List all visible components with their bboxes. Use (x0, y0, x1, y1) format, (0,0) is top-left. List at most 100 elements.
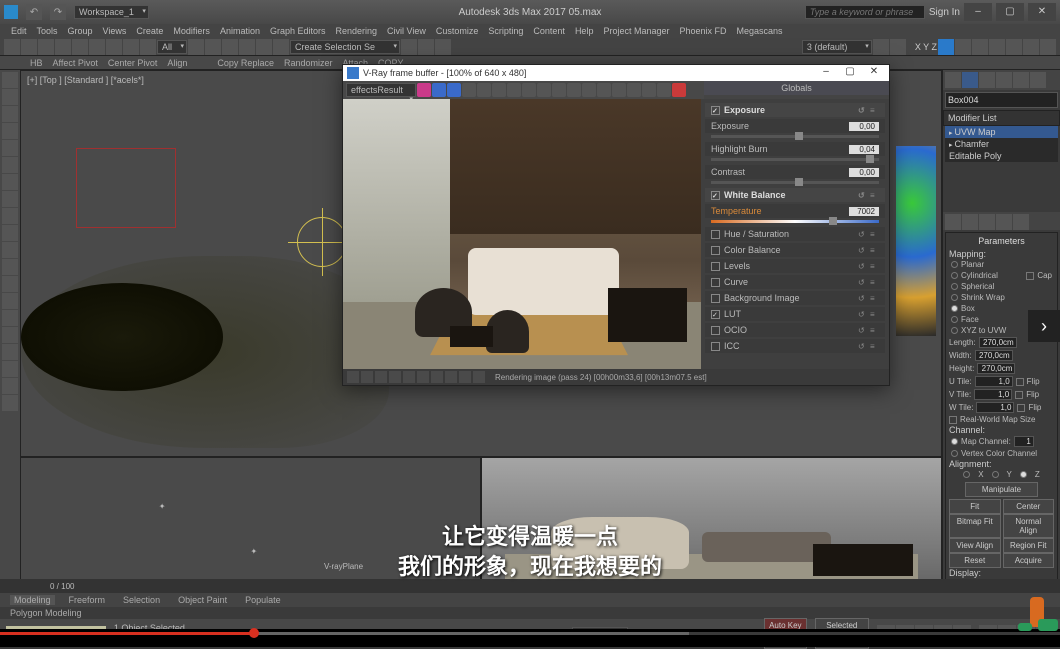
lut-header[interactable]: LUT (724, 309, 854, 319)
exposure-slider[interactable] (711, 135, 879, 138)
radio-vertexcolor[interactable] (951, 450, 958, 457)
tool-icon[interactable] (2, 242, 18, 258)
hue-toggle[interactable] (711, 230, 720, 239)
menu-icon[interactable]: ≡ (870, 326, 879, 335)
tab-populate[interactable]: Populate (241, 595, 285, 605)
acquire-button[interactable]: Acquire (1003, 553, 1055, 568)
tab-freeform[interactable]: Freeform (65, 595, 110, 605)
menu-create[interactable]: Create (133, 26, 166, 36)
tool-icon[interactable] (1023, 39, 1039, 55)
tab-modeling[interactable]: Modeling (10, 595, 55, 605)
tool-icon[interactable] (106, 39, 122, 55)
modify-tab-icon[interactable] (962, 72, 978, 88)
hue-header[interactable]: Hue / Saturation (724, 229, 854, 239)
reset-icon[interactable]: ↺ (858, 310, 867, 319)
display-tab-icon[interactable] (1013, 72, 1029, 88)
vfb-status-icon[interactable] (445, 371, 457, 383)
vfb-close-button[interactable]: ✕ (863, 66, 885, 80)
tool-icon[interactable] (2, 395, 18, 411)
radio-face[interactable] (951, 316, 958, 323)
height-input[interactable]: 270,0cm (977, 363, 1015, 374)
menu-icon[interactable]: ≡ (870, 230, 879, 239)
redo-icon[interactable]: ↷ (50, 4, 66, 20)
menu-icon[interactable]: ≡ (870, 278, 879, 287)
tool-icon[interactable] (955, 39, 971, 55)
vfb-status-icon[interactable] (375, 371, 387, 383)
vfb-status-icon[interactable] (417, 371, 429, 383)
remove-modifier-icon[interactable] (996, 214, 1012, 230)
vfb-minimize-button[interactable]: – (815, 66, 837, 80)
object-filter-dropdown[interactable]: All (157, 40, 187, 54)
tool-icon[interactable] (2, 174, 18, 190)
tool-icon[interactable] (72, 39, 88, 55)
tool-icon[interactable] (2, 310, 18, 326)
tool-icon[interactable] (188, 39, 204, 55)
timeline[interactable]: 0 / 100 (0, 579, 1060, 593)
vfb-channel-dropdown[interactable]: effectsResult (346, 83, 416, 97)
menu-civilview[interactable]: Civil View (384, 26, 429, 36)
reset-button[interactable]: Reset (949, 553, 1001, 568)
reset-icon[interactable]: ↺ (858, 342, 867, 351)
width-input[interactable]: 270,0cm (975, 350, 1013, 361)
object-name-field[interactable]: Box004 (945, 92, 1058, 108)
exposure-toggle[interactable] (711, 106, 720, 115)
menu-project-manager[interactable]: Project Manager (600, 26, 672, 36)
reset-icon[interactable]: ↺ (858, 106, 867, 115)
vfb-tool-icon[interactable] (612, 83, 626, 97)
exposure-header[interactable]: Exposure (724, 105, 854, 115)
tool-icon[interactable] (2, 191, 18, 207)
ribbon-item[interactable]: Copy Replace (217, 58, 274, 68)
bgimage-header[interactable]: Background Image (724, 293, 854, 303)
tool-icon[interactable] (2, 140, 18, 156)
bitmapfit-button[interactable]: Bitmap Fit (949, 514, 1001, 538)
vfb-tool-icon[interactable] (492, 83, 506, 97)
configure-icon[interactable] (1013, 214, 1029, 230)
center-button[interactable]: Center (1003, 499, 1055, 514)
curve-header[interactable]: Curve (724, 277, 854, 287)
vfb-tool-icon[interactable] (537, 83, 551, 97)
menu-icon[interactable]: ≡ (870, 106, 879, 115)
vfb-tool-icon[interactable] (417, 83, 431, 97)
selection-set-dropdown[interactable]: Create Selection Se (290, 40, 400, 54)
vfb-status-icon[interactable] (361, 371, 373, 383)
whitebalance-header[interactable]: White Balance (724, 190, 854, 200)
ocio-toggle[interactable] (711, 326, 720, 335)
realworld-checkbox[interactable] (949, 416, 957, 424)
make-unique-icon[interactable] (979, 214, 995, 230)
tool-icon[interactable] (1006, 39, 1022, 55)
next-slide-button[interactable]: › (1028, 310, 1060, 342)
tool-icon[interactable] (2, 208, 18, 224)
length-input[interactable]: 270,0cm (979, 337, 1017, 348)
tool-icon[interactable] (2, 378, 18, 394)
tool-icon[interactable] (401, 39, 417, 55)
menu-customize[interactable]: Customize (433, 26, 482, 36)
radio-box[interactable] (951, 305, 958, 312)
video-progress-bar[interactable] (0, 629, 1060, 647)
menu-group[interactable]: Group (65, 26, 96, 36)
minimize-button[interactable]: – (964, 3, 992, 21)
tool-icon[interactable] (1040, 39, 1056, 55)
menu-help[interactable]: Help (572, 26, 597, 36)
tool-icon[interactable] (205, 39, 221, 55)
colorbalance-toggle[interactable] (711, 246, 720, 255)
tool-icon[interactable] (222, 39, 238, 55)
vfb-tool-icon[interactable] (462, 83, 476, 97)
highlight-slider[interactable] (711, 158, 879, 161)
ribbon-item[interactable]: HB (30, 58, 43, 68)
menu-icon[interactable]: ≡ (870, 262, 879, 271)
rollout-title[interactable]: Parameters (949, 236, 1054, 246)
manipulate-button[interactable]: Manipulate (965, 482, 1039, 497)
viewalign-button[interactable]: View Align (949, 538, 1001, 553)
create-tab-icon[interactable] (945, 72, 961, 88)
tool-icon[interactable] (2, 225, 18, 241)
wflip-checkbox[interactable] (1017, 404, 1025, 412)
menu-rendering[interactable]: Rendering (333, 26, 381, 36)
vfb-tool-icon[interactable] (582, 83, 596, 97)
vfb-tool-icon[interactable] (642, 83, 656, 97)
menu-icon[interactable]: ≡ (870, 310, 879, 319)
hierarchy-tab-icon[interactable] (979, 72, 995, 88)
menu-icon[interactable]: ≡ (870, 246, 879, 255)
ribbon-item[interactable]: Randomizer (284, 58, 333, 68)
contrast-value[interactable]: 0,00 (849, 168, 879, 177)
reset-icon[interactable]: ↺ (858, 230, 867, 239)
